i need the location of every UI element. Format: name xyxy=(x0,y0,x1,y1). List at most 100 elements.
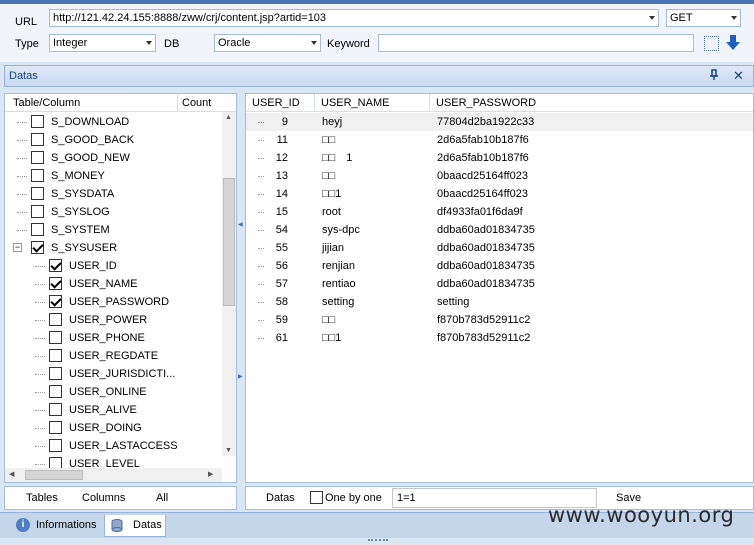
url-input[interactable]: http://121.42.24.155:8888/zww/crj/conten… xyxy=(49,9,659,27)
datas-button[interactable]: Datas xyxy=(266,492,295,504)
grid-header-row: USER_ID USER_NAME USER_PASSWORD xyxy=(246,94,753,112)
tree-column-item[interactable]: USER_LASTACCESS xyxy=(5,437,222,455)
tab-datas[interactable]: Datas xyxy=(104,515,166,537)
scroll-thumb[interactable] xyxy=(223,178,235,306)
table-row[interactable]: 57 rentiao ddba60ad01834735 xyxy=(246,275,753,293)
tree-column-item[interactable]: USER_ALIVE xyxy=(5,401,222,419)
tree-checkbox[interactable] xyxy=(49,367,62,380)
tree-checkbox[interactable] xyxy=(49,295,62,308)
tree-connector xyxy=(35,320,45,321)
tree-checkbox[interactable] xyxy=(49,277,62,290)
scroll-down-icon[interactable]: ▼ xyxy=(225,447,232,454)
tree-col-count[interactable]: Count xyxy=(177,94,211,112)
tree-checkbox[interactable] xyxy=(49,403,62,416)
select-icon[interactable] xyxy=(704,36,719,51)
tree-column-item[interactable]: USER_ONLINE xyxy=(5,383,222,401)
table-row[interactable]: 61 □□1 f870b783d52911c2 xyxy=(246,329,753,347)
tree-table-item[interactable]: S_MONEY xyxy=(5,167,222,185)
grid-header-user-password[interactable]: USER_PASSWORD xyxy=(429,94,536,112)
tree-checkbox[interactable] xyxy=(49,259,62,272)
tree-column-item[interactable]: USER_DOING xyxy=(5,419,222,437)
tree-item-label: S_GOOD_NEW xyxy=(51,152,130,164)
tree-checkbox[interactable] xyxy=(31,115,44,128)
collapse-left-icon[interactable]: ◀ xyxy=(238,221,243,228)
tab-informations[interactable]: i Informations xyxy=(8,515,102,537)
db-select[interactable]: Oracle xyxy=(214,34,321,52)
tree-table-item[interactable]: S_SYSTEM xyxy=(5,221,222,239)
tree-header: Table/Column Count xyxy=(5,94,236,112)
close-icon[interactable]: ✕ xyxy=(733,68,744,84)
scroll-left-icon[interactable]: ◀ xyxy=(9,470,14,478)
cell-user-name: □□1 xyxy=(322,188,342,200)
type-label: Type xyxy=(15,38,39,50)
tree-checkbox[interactable] xyxy=(31,187,44,200)
table-row[interactable]: 55 jijian ddba60ad01834735 xyxy=(246,239,753,257)
grid-header-user-id[interactable]: USER_ID xyxy=(252,94,300,112)
hscroll-thumb[interactable] xyxy=(25,470,83,480)
all-button[interactable]: All xyxy=(156,492,168,504)
tree-checkbox[interactable] xyxy=(49,421,62,434)
resize-grip[interactable] xyxy=(368,539,388,543)
tree-checkbox[interactable] xyxy=(31,133,44,146)
tree-horizontal-scrollbar[interactable]: ◀ ▶ xyxy=(5,468,222,482)
grid-header-user-name[interactable]: USER_NAME xyxy=(314,94,389,112)
tree-column-item[interactable]: USER_NAME xyxy=(5,275,222,293)
table-row[interactable]: 58 setting setting xyxy=(246,293,753,311)
tree-checkbox[interactable] xyxy=(31,169,44,182)
tree-table-item[interactable]: S_SYSLOG xyxy=(5,203,222,221)
tree-checkbox[interactable] xyxy=(31,241,44,254)
one-by-one-checkbox[interactable] xyxy=(310,491,323,504)
tree-col-table[interactable]: Table/Column xyxy=(13,94,80,112)
collapse-icon[interactable]: − xyxy=(13,243,22,252)
cell-user-name: renjian xyxy=(322,260,356,272)
pin-icon[interactable] xyxy=(709,69,719,84)
tree-checkbox[interactable] xyxy=(49,439,62,452)
cell-user-password: 77804d2ba1922c33 xyxy=(437,116,535,128)
panel-splitter[interactable]: ◀ ▶ xyxy=(237,93,245,483)
cell-user-name: heyj xyxy=(322,116,343,128)
tree-checkbox[interactable] xyxy=(31,151,44,164)
tree-checkbox[interactable] xyxy=(49,313,62,326)
type-select[interactable]: Integer xyxy=(49,34,156,52)
table-row[interactable]: 59 □□ f870b783d52911c2 xyxy=(246,311,753,329)
table-row[interactable]: 14 □□1 0baacd25164ff023 xyxy=(246,185,753,203)
tree-checkbox[interactable] xyxy=(49,331,62,344)
table-row[interactable]: 54 sys-dpc ddba60ad01834735 xyxy=(246,221,753,239)
tree-column-item[interactable]: USER_PHONE xyxy=(5,329,222,347)
table-row[interactable]: 13 □□ 0baacd25164ff023 xyxy=(246,167,753,185)
tree-table-item[interactable]: S_SYSDATA xyxy=(5,185,222,203)
table-row[interactable]: 11 □□ 2d6a5fab10b187f6 xyxy=(246,131,753,149)
tree-table-item[interactable]: − S_SYSUSER xyxy=(5,239,222,257)
tree-checkbox[interactable] xyxy=(31,223,44,236)
columns-button[interactable]: Columns xyxy=(82,492,125,504)
table-row[interactable]: 56 renjian ddba60ad01834735 xyxy=(246,257,753,275)
cell-user-id: 12 xyxy=(275,152,288,164)
tree-column-item[interactable]: USER_JURISDICTI... xyxy=(5,365,222,383)
tree-checkbox[interactable] xyxy=(31,205,44,218)
table-row[interactable]: 15 root df4933fa01f6da9f xyxy=(246,203,753,221)
tree-connector xyxy=(35,284,45,285)
tree-column-item[interactable]: USER_REGDATE xyxy=(5,347,222,365)
keyword-input[interactable] xyxy=(378,34,694,52)
tree-column-item[interactable]: USER_POWER xyxy=(5,311,222,329)
table-row[interactable]: 9 heyj 77804d2ba1922c33 xyxy=(246,113,753,131)
tree-table-item[interactable]: S_GOOD_NEW xyxy=(5,149,222,167)
tree-table-item[interactable]: S_DOWNLOAD xyxy=(5,113,222,131)
tree-column-item[interactable]: USER_PASSWORD xyxy=(5,293,222,311)
collapse-right-icon[interactable]: ▶ xyxy=(238,373,243,380)
scroll-right-icon[interactable]: ▶ xyxy=(208,470,213,478)
tree-checkbox[interactable] xyxy=(49,385,62,398)
download-arrow-icon[interactable] xyxy=(725,34,741,52)
scroll-up-icon[interactable]: ▲ xyxy=(225,114,232,121)
tree-vertical-scrollbar[interactable]: ▲ ▼ xyxy=(222,112,236,456)
tree-table-item[interactable]: S_GOOD_BACK xyxy=(5,131,222,149)
chevron-down-icon xyxy=(146,41,152,45)
table-row[interactable]: 12 □□ 1 2d6a5fab10b187f6 xyxy=(246,149,753,167)
tree-item-label: USER_ONLINE xyxy=(69,386,147,398)
tree-item-label: USER_LASTACCESS xyxy=(69,440,178,452)
tree-checkbox[interactable] xyxy=(49,349,62,362)
tables-button[interactable]: Tables xyxy=(26,492,58,504)
method-select[interactable]: GET xyxy=(666,9,741,27)
cell-user-id: 54 xyxy=(275,224,288,236)
tree-column-item[interactable]: USER_ID xyxy=(5,257,222,275)
